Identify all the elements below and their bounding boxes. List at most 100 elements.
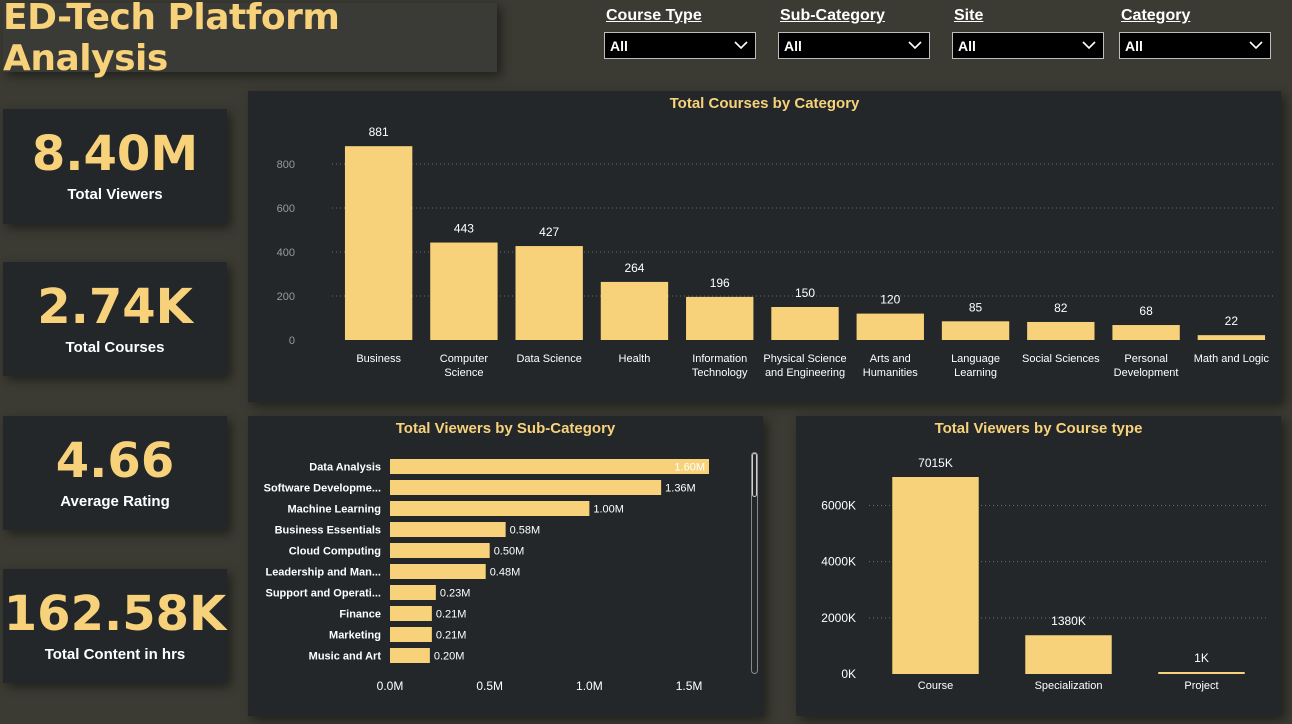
category-dropdown[interactable]: All bbox=[1119, 32, 1271, 59]
bar bbox=[1027, 321, 1095, 340]
bar bbox=[771, 307, 839, 340]
data-label: 0.21M bbox=[436, 609, 467, 621]
y-tick-label: Music and Art bbox=[309, 651, 382, 663]
viewers-by-subcategory-chart: Total Viewers by Sub-Category Data Analy… bbox=[248, 416, 763, 716]
data-label: 85 bbox=[969, 300, 983, 314]
kpi-label: Average Rating bbox=[60, 492, 170, 510]
x-tick-label: and Engineering bbox=[765, 367, 845, 379]
chevron-down-icon bbox=[734, 41, 748, 50]
y-tick-label: 600 bbox=[277, 203, 295, 215]
course-type-dropdown[interactable]: All bbox=[604, 32, 756, 59]
sub-category-dropdown[interactable]: All bbox=[778, 32, 930, 59]
chevron-down-icon bbox=[1249, 41, 1263, 50]
bar bbox=[390, 564, 486, 579]
data-label: 881 bbox=[369, 125, 389, 139]
kpi-value: 162.58K bbox=[3, 585, 227, 642]
chevron-down-icon bbox=[1082, 41, 1096, 50]
y-tick-label: Leadership and Man... bbox=[265, 567, 381, 579]
x-tick-label: Social Sciences bbox=[1022, 353, 1100, 365]
x-tick-label: Health bbox=[619, 353, 651, 365]
data-label: 1380K bbox=[1051, 614, 1086, 628]
bar bbox=[390, 648, 430, 663]
viewers-by-subcategory-svg: Data Analysis 1.60M Software Developme... 1… bbox=[264, 459, 709, 693]
bar bbox=[941, 321, 1010, 340]
kpi-total-viewers: 8.40M Total Viewers bbox=[3, 109, 227, 224]
x-tick-label: Learning bbox=[954, 367, 997, 379]
x-tick-label: Information bbox=[692, 353, 747, 365]
data-label: 7015K bbox=[918, 456, 953, 470]
data-label: 0.21M bbox=[436, 630, 467, 642]
y-tick-label: 200 bbox=[277, 291, 295, 303]
bar bbox=[390, 627, 432, 642]
kpi-value: 8.40M bbox=[31, 126, 199, 182]
x-tick-label: Language bbox=[951, 353, 1000, 365]
title-banner: ED-Tech Platform Analysis bbox=[3, 0, 497, 79]
y-tick-label: Machine Learning bbox=[287, 504, 381, 516]
x-tick-label: Science bbox=[444, 367, 483, 379]
data-label: 1.60M bbox=[674, 462, 705, 474]
x-tick-label: Physical Science bbox=[763, 353, 846, 365]
y-tick-label: 4000K bbox=[821, 555, 856, 569]
x-tick-label: Development bbox=[1114, 367, 1179, 379]
data-label: 82 bbox=[1054, 301, 1068, 315]
bar bbox=[390, 480, 662, 495]
data-label: 22 bbox=[1225, 314, 1239, 328]
bar bbox=[600, 281, 669, 340]
bar bbox=[390, 606, 432, 621]
data-label: 1.36M bbox=[665, 483, 696, 495]
bar bbox=[1197, 335, 1266, 340]
y-tick-label: Business Essentials bbox=[275, 525, 381, 537]
kpi-average-rating: 4.66 Average Rating bbox=[3, 416, 227, 530]
bar bbox=[515, 246, 583, 340]
scrollbar-thumb[interactable] bbox=[752, 453, 757, 497]
category-filter[interactable]: Category All bbox=[1119, 6, 1271, 59]
x-tick-label: Specialization bbox=[1035, 680, 1103, 692]
x-tick-label: 1.5M bbox=[676, 679, 703, 693]
kpi-value: 2.74K bbox=[37, 278, 193, 335]
site-filter[interactable]: Site All bbox=[952, 6, 1104, 59]
x-tick-label: Arts and bbox=[870, 353, 911, 365]
filter-label: Sub-Category bbox=[780, 7, 885, 24]
filter-label: Category bbox=[1121, 7, 1191, 24]
bar bbox=[344, 146, 413, 340]
y-tick-label: Finance bbox=[339, 609, 381, 621]
data-label: 427 bbox=[539, 225, 559, 239]
y-tick-label: Support and Operati... bbox=[265, 588, 381, 600]
scrollbar[interactable] bbox=[751, 452, 758, 674]
bar bbox=[1158, 672, 1245, 674]
data-label: 0.20M bbox=[434, 651, 465, 663]
data-label: 443 bbox=[454, 222, 474, 236]
x-tick-label: Course bbox=[918, 680, 953, 692]
course-type-filter[interactable]: Course Type All bbox=[604, 6, 756, 59]
x-tick-label: 0.5M bbox=[476, 679, 503, 693]
bar bbox=[1025, 635, 1112, 674]
courses-by-category-svg: 0 200 400 600 800 881 Business 443 Computer Scien… bbox=[277, 125, 1274, 379]
filter-label: Site bbox=[954, 7, 984, 24]
bar bbox=[686, 296, 754, 340]
y-tick-label: 800 bbox=[277, 159, 295, 171]
bar bbox=[390, 522, 506, 537]
data-label: 196 bbox=[710, 276, 730, 290]
chart-title: Total Viewers by Course type bbox=[934, 420, 1143, 437]
x-tick-label: 1.0M bbox=[576, 679, 603, 693]
y-tick-label: Cloud Computing bbox=[289, 546, 381, 558]
bar bbox=[892, 477, 979, 674]
chevron-down-icon bbox=[908, 41, 922, 50]
data-label: 0.50M bbox=[494, 546, 525, 558]
dropdown-value: All bbox=[610, 38, 628, 54]
y-tick-label: 400 bbox=[277, 247, 295, 259]
site-dropdown[interactable]: All bbox=[952, 32, 1104, 59]
viewers-by-course-type-svg: 0K 2000K 4000K 6000K 7015K Course 1380K Special… bbox=[821, 456, 1268, 692]
x-tick-label: Humanities bbox=[863, 367, 919, 379]
sub-category-filter[interactable]: Sub-Category All bbox=[778, 6, 930, 59]
filter-label: Course Type bbox=[606, 7, 702, 24]
kpi-value: 4.66 bbox=[55, 432, 175, 489]
x-tick-label: Technology bbox=[692, 367, 748, 379]
bar bbox=[430, 242, 498, 340]
bar bbox=[390, 543, 490, 558]
chart-title: Total Courses by Category bbox=[669, 95, 860, 112]
y-tick-label: 6000K bbox=[821, 499, 856, 513]
kpi-total-content-hours: 162.58K Total Content in hrs bbox=[3, 569, 227, 683]
data-label: 1K bbox=[1194, 651, 1209, 665]
kpi-label: Total Content in hrs bbox=[44, 645, 186, 663]
